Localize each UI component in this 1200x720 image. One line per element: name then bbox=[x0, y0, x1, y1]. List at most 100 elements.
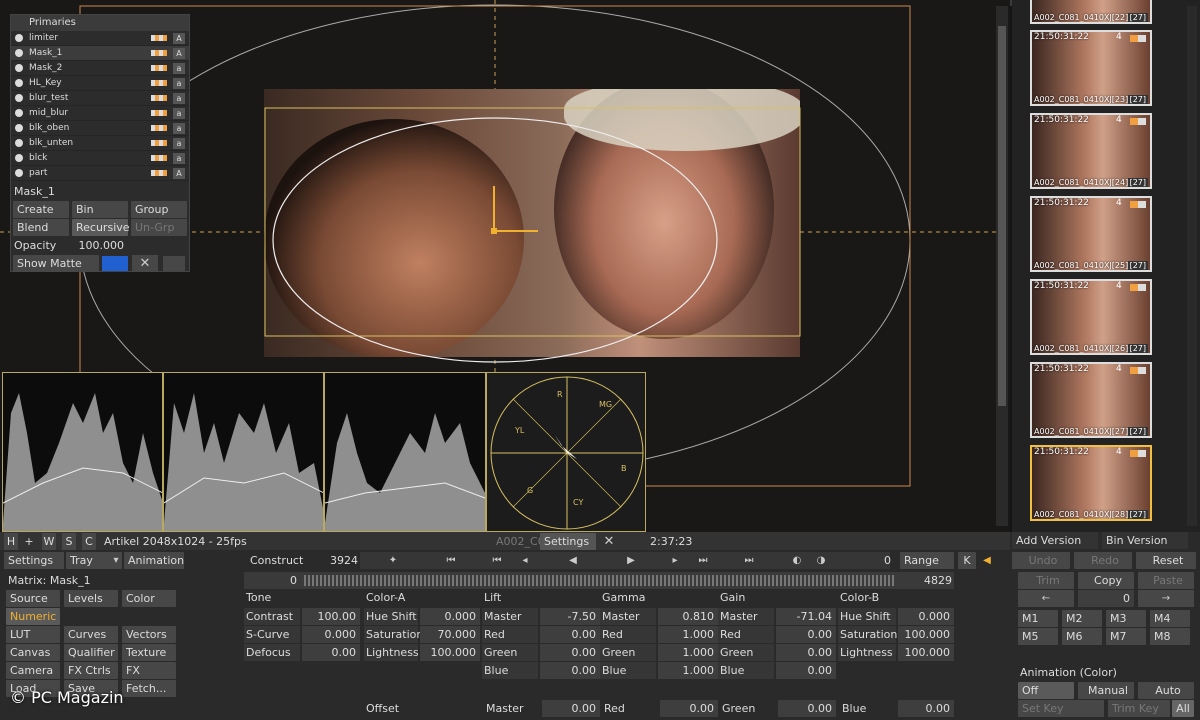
memory-button[interactable]: M6 bbox=[1062, 628, 1102, 645]
memory-button[interactable]: M3 bbox=[1106, 610, 1146, 627]
tone-param-value[interactable]: 100.00 bbox=[302, 608, 360, 625]
memory-button[interactable]: M8 bbox=[1150, 628, 1190, 645]
mask-flag[interactable]: a bbox=[173, 77, 185, 89]
reset-button[interactable]: Reset bbox=[1136, 552, 1196, 569]
visibility-icon[interactable] bbox=[15, 94, 23, 102]
trim-key-button[interactable]: Trim Key bbox=[1108, 700, 1170, 717]
gamma-param-value[interactable]: 0.810 bbox=[658, 608, 718, 625]
matrix-menu-item[interactable]: Source bbox=[6, 590, 60, 607]
mask-flag[interactable]: a bbox=[173, 152, 185, 164]
mask-list-item[interactable]: limiter A bbox=[11, 31, 189, 46]
viewer-scrollbar[interactable] bbox=[996, 6, 1008, 526]
next-edit-icon[interactable]: ⏭ bbox=[696, 552, 710, 569]
bin-version-button[interactable]: Bin Version bbox=[1102, 532, 1188, 549]
anim-auto-button[interactable]: Auto bbox=[1138, 682, 1194, 699]
anim-off-button[interactable]: Off bbox=[1018, 682, 1074, 699]
visibility-icon[interactable] bbox=[15, 79, 23, 87]
set-key-button[interactable]: Set Key bbox=[1018, 700, 1104, 717]
matrix-menu-item[interactable]: Qualifier bbox=[64, 644, 118, 661]
marker-icon[interactable]: ✦ bbox=[386, 552, 400, 569]
clip-thumbnail[interactable]: 21:50:31:22 4 A002_C081_0410XJ[24] [27] bbox=[1030, 113, 1152, 189]
lift-param-value[interactable]: 0.00 bbox=[540, 644, 600, 661]
paste-button[interactable]: Paste bbox=[1138, 572, 1194, 589]
color-b-param-value[interactable]: 100.000 bbox=[898, 644, 954, 661]
offset-master-value[interactable]: 0.00 bbox=[542, 700, 600, 717]
matrix-menu-item[interactable]: Color bbox=[122, 590, 176, 607]
matrix-menu-item[interactable]: Vectors bbox=[122, 626, 176, 643]
mask-list-item[interactable]: Mask_1 A bbox=[11, 46, 189, 61]
tone-param-value[interactable]: 0.00 bbox=[302, 644, 360, 661]
trim-button[interactable]: Trim bbox=[1018, 572, 1074, 589]
gain-param-value[interactable]: 0.00 bbox=[776, 626, 836, 643]
undo-button[interactable]: Undo bbox=[1012, 552, 1070, 569]
matrix-menu-item[interactable]: LUT bbox=[6, 626, 60, 643]
mask-flag[interactable]: A bbox=[173, 47, 185, 59]
offset-red-value[interactable]: 0.00 bbox=[660, 700, 718, 717]
gain-param-value[interactable]: 0.00 bbox=[776, 644, 836, 661]
keyframe-button[interactable]: K bbox=[958, 552, 976, 569]
clip-thumbnail[interactable]: 21:50:31:22 4 A002_C081_0410XJ[28] [27] bbox=[1030, 445, 1152, 521]
copy-button[interactable]: Copy bbox=[1078, 572, 1134, 589]
matrix-menu-item[interactable]: Numeric bbox=[6, 608, 60, 625]
lift-param-value[interactable]: 0.00 bbox=[540, 662, 600, 679]
mask-list-item[interactable]: part A bbox=[11, 166, 189, 181]
visibility-icon[interactable] bbox=[15, 124, 23, 132]
bin-button[interactable]: Bin bbox=[72, 201, 128, 218]
color-a-param-value[interactable]: 70.000 bbox=[420, 626, 480, 643]
color-b-param-value[interactable]: 0.000 bbox=[898, 608, 954, 625]
mark-out-icon[interactable]: ◑ bbox=[814, 552, 828, 569]
memory-index-value[interactable]: 0 bbox=[1078, 590, 1134, 607]
play-reverse-icon[interactable]: ◀ bbox=[566, 552, 580, 569]
color-b-param-value[interactable]: 100.000 bbox=[898, 626, 954, 643]
mask-list-item[interactable]: blur_test a bbox=[11, 91, 189, 106]
all-button[interactable]: All bbox=[1172, 700, 1194, 717]
opacity-value[interactable]: 100.000 bbox=[72, 237, 128, 254]
create-button[interactable]: Create bbox=[13, 201, 69, 218]
gamma-param-value[interactable]: 1.000 bbox=[658, 644, 718, 661]
mask-flag[interactable]: A bbox=[173, 32, 185, 44]
matrix-menu-item[interactable]: Fetch... bbox=[122, 680, 176, 697]
add-version-button[interactable]: Add Version bbox=[1012, 532, 1098, 549]
matrix-menu-item[interactable]: Curves bbox=[64, 626, 118, 643]
go-to-end-icon[interactable]: ⏭ bbox=[742, 552, 756, 569]
color-a-param-value[interactable]: 0.000 bbox=[420, 608, 480, 625]
range-button[interactable]: Range bbox=[900, 552, 954, 569]
matrix-menu-item[interactable]: Camera bbox=[6, 662, 60, 679]
matrix-menu-item[interactable]: Levels bbox=[64, 590, 118, 607]
speaker-icon[interactable]: ◀ bbox=[980, 552, 994, 569]
visibility-icon[interactable] bbox=[15, 49, 23, 57]
play-icon[interactable]: ▶ bbox=[624, 552, 638, 569]
tab-h[interactable]: H bbox=[4, 533, 18, 550]
un-group-button[interactable]: Un-Grp bbox=[131, 219, 187, 236]
visibility-icon[interactable] bbox=[15, 154, 23, 162]
offset-blue-value[interactable]: 0.00 bbox=[898, 700, 954, 717]
visibility-icon[interactable] bbox=[15, 34, 23, 42]
gamma-param-value[interactable]: 1.000 bbox=[658, 662, 718, 679]
clip-thumbnail[interactable]: 21:50:31:22 4 A002_C081_0410XJ[26] [27] bbox=[1030, 279, 1152, 355]
clip-thumbnail[interactable]: 4A002_C081_0410XJ[22][27] bbox=[1030, 0, 1152, 24]
matrix-menu-item[interactable]: FX Ctrls bbox=[64, 662, 118, 679]
matrix-menu-item[interactable]: Texture bbox=[122, 644, 176, 661]
mark-in-icon[interactable]: ◐ bbox=[790, 552, 804, 569]
prev-edit-icon[interactable]: ⏮ bbox=[490, 552, 504, 569]
arrow-right-icon[interactable]: → bbox=[1138, 590, 1194, 607]
offset-green-value[interactable]: 0.00 bbox=[778, 700, 836, 717]
color-a-param-value[interactable]: 100.000 bbox=[420, 644, 480, 661]
show-matte-button[interactable]: Show Matte bbox=[13, 255, 99, 272]
settings-button[interactable]: Settings bbox=[4, 552, 64, 569]
gain-param-value[interactable]: -71.04 bbox=[776, 608, 836, 625]
mask-list-item[interactable]: mid_blur a bbox=[11, 106, 189, 121]
close-icon[interactable]: ✕ bbox=[600, 533, 618, 550]
memory-button[interactable]: M5 bbox=[1018, 628, 1058, 645]
clip-thumbnail[interactable]: 21:50:31:22 4 A002_C081_0410XJ[25] [27] bbox=[1030, 196, 1152, 272]
visibility-icon[interactable] bbox=[15, 109, 23, 117]
memory-button[interactable]: M1 bbox=[1018, 610, 1058, 627]
recursive-button[interactable]: Recursive bbox=[72, 219, 130, 236]
tab-s[interactable]: S bbox=[62, 533, 76, 550]
tray-dropdown-icon[interactable]: ▾ bbox=[110, 552, 122, 569]
close-icon[interactable]: ✕ bbox=[132, 255, 158, 272]
visibility-icon[interactable] bbox=[15, 169, 23, 177]
step-forward-icon[interactable]: ▸ bbox=[668, 552, 682, 569]
tone-param-value[interactable]: 0.000 bbox=[302, 626, 360, 643]
viewer-settings-button[interactable]: Settings bbox=[540, 533, 596, 550]
